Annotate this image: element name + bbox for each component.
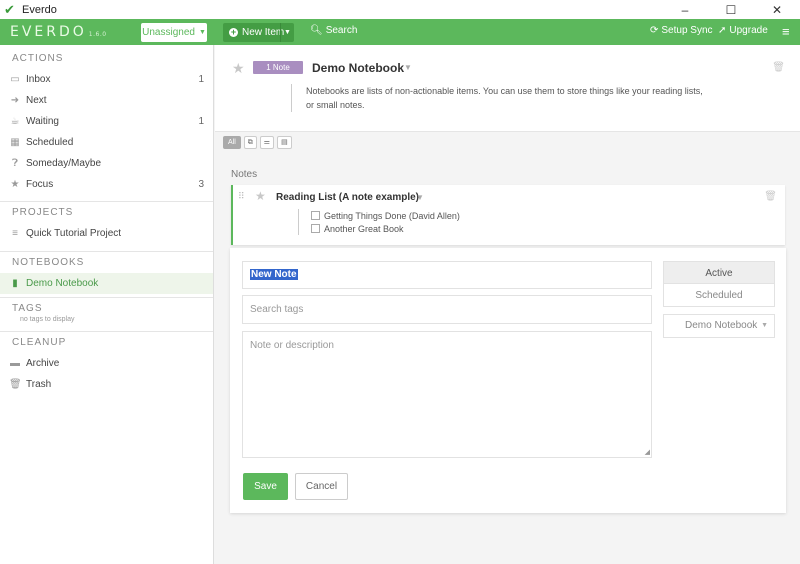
- upgrade-label: Upgrade: [729, 25, 768, 36]
- close-icon[interactable]: ✕: [754, 0, 800, 19]
- notes-section-label: Notes: [231, 169, 258, 180]
- note-count-badge: 1 Note: [253, 61, 303, 74]
- resize-grip-icon[interactable]: ◢: [645, 448, 650, 456]
- inbox-count: 1: [198, 74, 204, 85]
- notebooks-heading: NOTEBOOKS: [12, 257, 85, 268]
- sidebar-item-trash[interactable]: 🗑︎ Trash: [0, 374, 213, 395]
- main-panel: ★ 1 Note Demo Notebook ▼ 🗑︎ Notebooks ar…: [215, 45, 800, 564]
- search-label: Search: [325, 25, 358, 36]
- trash-icon[interactable]: 🗑︎: [764, 191, 777, 202]
- new-item-button[interactable]: + New Item ▼: [223, 23, 294, 42]
- sidebar: ACTIONS ▭ Inbox 1 ➜ Next ☕ Waiting 1 ▦ S…: [0, 45, 214, 564]
- new-item-label: New Item: [242, 27, 285, 38]
- cancel-button[interactable]: Cancel: [295, 473, 348, 500]
- sidebar-item-scheduled[interactable]: ▦ Scheduled: [0, 132, 213, 153]
- upgrade-button[interactable]: ➚ Upgrade: [718, 25, 768, 36]
- drag-handle-icon[interactable]: ⠿: [238, 191, 245, 202]
- star-icon[interactable]: ★: [255, 189, 266, 203]
- status-toggle: Active Scheduled: [663, 261, 775, 307]
- chevron-down-icon[interactable]: ▼: [416, 193, 424, 202]
- top-toolbar: EVERDO 1.6.0 Unassigned ▼ + New Item ▼ 🔍︎…: [0, 19, 800, 45]
- sidebar-item-demo-notebook[interactable]: ▮ Demo Notebook: [0, 273, 213, 294]
- sidebar-item-next[interactable]: ➜ Next: [0, 90, 213, 111]
- window-controls: – ☐ ✕: [662, 0, 800, 19]
- sidebar-item-focus[interactable]: ★ Focus 3: [0, 174, 213, 195]
- new-item-dropdown-icon[interactable]: ▼: [284, 29, 291, 36]
- filter-all-button[interactable]: All: [223, 136, 241, 149]
- sidebar-item-quick-tutorial-project[interactable]: ≡ Quick Tutorial Project: [0, 223, 213, 244]
- notebook-select[interactable]: Demo Notebook ▼: [663, 314, 775, 338]
- sidebar-item-someday[interactable]: ❓︎ Someday/Maybe: [0, 153, 213, 174]
- checklist-item[interactable]: Another Great Book: [311, 222, 460, 235]
- hamburger-icon: ≡: [782, 24, 790, 39]
- status-active-button[interactable]: Active: [663, 261, 775, 284]
- assign-label: Unassigned: [142, 27, 195, 38]
- tags-heading: TAGS: [12, 303, 43, 314]
- rocket-icon: ➚: [718, 25, 727, 36]
- focus-count: 3: [198, 179, 204, 190]
- checkbox[interactable]: [311, 211, 320, 220]
- document-icon[interactable]: ▤: [277, 136, 292, 149]
- chevron-down-icon: ▼: [198, 29, 206, 36]
- menu-button[interactable]: ≡: [782, 24, 790, 39]
- note-title-input[interactable]: New Note: [242, 261, 652, 289]
- sync-icon: ⟳: [650, 25, 659, 36]
- trash-icon: 🗑︎: [9, 379, 22, 390]
- chevron-down-icon[interactable]: ▼: [404, 63, 412, 72]
- maximize-icon[interactable]: ☐: [708, 0, 754, 19]
- tags-search-input[interactable]: Search tags: [242, 295, 652, 324]
- waiting-count: 1: [198, 116, 204, 127]
- next-icon: ➜: [10, 95, 20, 106]
- window-titlebar: ✔ Everdo – ☐ ✕: [0, 0, 800, 19]
- note-card[interactable]: ⠿ ★ Reading List (A note example) ▼ 🗑︎ G…: [231, 185, 785, 245]
- cleanup-heading: CLEANUP: [12, 337, 67, 348]
- question-icon: ❓︎: [11, 158, 18, 169]
- star-icon: ★: [10, 179, 20, 190]
- setup-sync-button[interactable]: ⟳ Setup Sync: [650, 25, 713, 36]
- notebook-header: ★ 1 Note Demo Notebook ▼ 🗑︎ Notebooks ar…: [215, 45, 800, 132]
- inbox-icon: ▭: [10, 74, 20, 85]
- sidebar-item-waiting[interactable]: ☕ Waiting 1: [0, 111, 213, 132]
- assign-dropdown[interactable]: Unassigned ▼: [141, 23, 207, 42]
- copy-icon[interactable]: ⧉: [243, 136, 257, 149]
- checklist-item[interactable]: Getting Things Done (David Allen): [311, 209, 460, 222]
- no-tags-message: no tags to display: [20, 316, 75, 323]
- search-button[interactable]: 🔍︎ Search: [310, 25, 357, 36]
- trash-icon[interactable]: 🗑︎: [772, 62, 785, 73]
- folder-icon: ▬: [10, 358, 20, 369]
- selected-title-text: New Note: [250, 269, 298, 280]
- star-icon[interactable]: ★: [232, 60, 245, 77]
- plus-icon: +: [229, 27, 238, 37]
- note-title[interactable]: Reading List (A note example): [276, 192, 419, 203]
- actions-heading: ACTIONS: [12, 53, 64, 64]
- projects-heading: PROJECTS: [12, 207, 74, 218]
- search-icon: 🔍︎: [310, 25, 323, 36]
- sliders-icon[interactable]: ⚌: [259, 136, 275, 149]
- app-logo: EVERDO 1.6.0: [10, 24, 107, 40]
- checkbox[interactable]: [311, 224, 320, 233]
- note-checklist: Getting Things Done (David Allen) Anothe…: [298, 209, 460, 235]
- status-scheduled-button[interactable]: Scheduled: [663, 284, 775, 307]
- bookmark-icon: ▮: [12, 278, 18, 289]
- new-note-form: New Note Search tags Note or description…: [230, 248, 786, 513]
- app-version: 1.6.0: [88, 31, 107, 38]
- sidebar-item-archive[interactable]: ▬ Archive: [0, 353, 213, 374]
- filter-bar: All ⧉ ⚌ ▤: [223, 136, 292, 149]
- everdo-check-icon: ✔: [4, 1, 15, 17]
- setup-sync-label: Setup Sync: [661, 25, 713, 36]
- save-button[interactable]: Save: [243, 473, 288, 500]
- list-icon: ≡: [12, 228, 18, 239]
- sidebar-item-inbox[interactable]: ▭ Inbox 1: [0, 69, 213, 90]
- coffee-icon: ☕: [10, 116, 20, 127]
- notebook-title[interactable]: Demo Notebook: [312, 61, 404, 75]
- notebook-description: Notebooks are lists of non-actionable it…: [291, 84, 711, 112]
- calendar-icon: ▦: [10, 137, 20, 148]
- window-title: Everdo: [22, 3, 57, 16]
- description-textarea[interactable]: Note or description ◢: [242, 331, 652, 458]
- chevron-down-icon: ▼: [761, 322, 768, 329]
- minimize-icon[interactable]: –: [662, 0, 708, 19]
